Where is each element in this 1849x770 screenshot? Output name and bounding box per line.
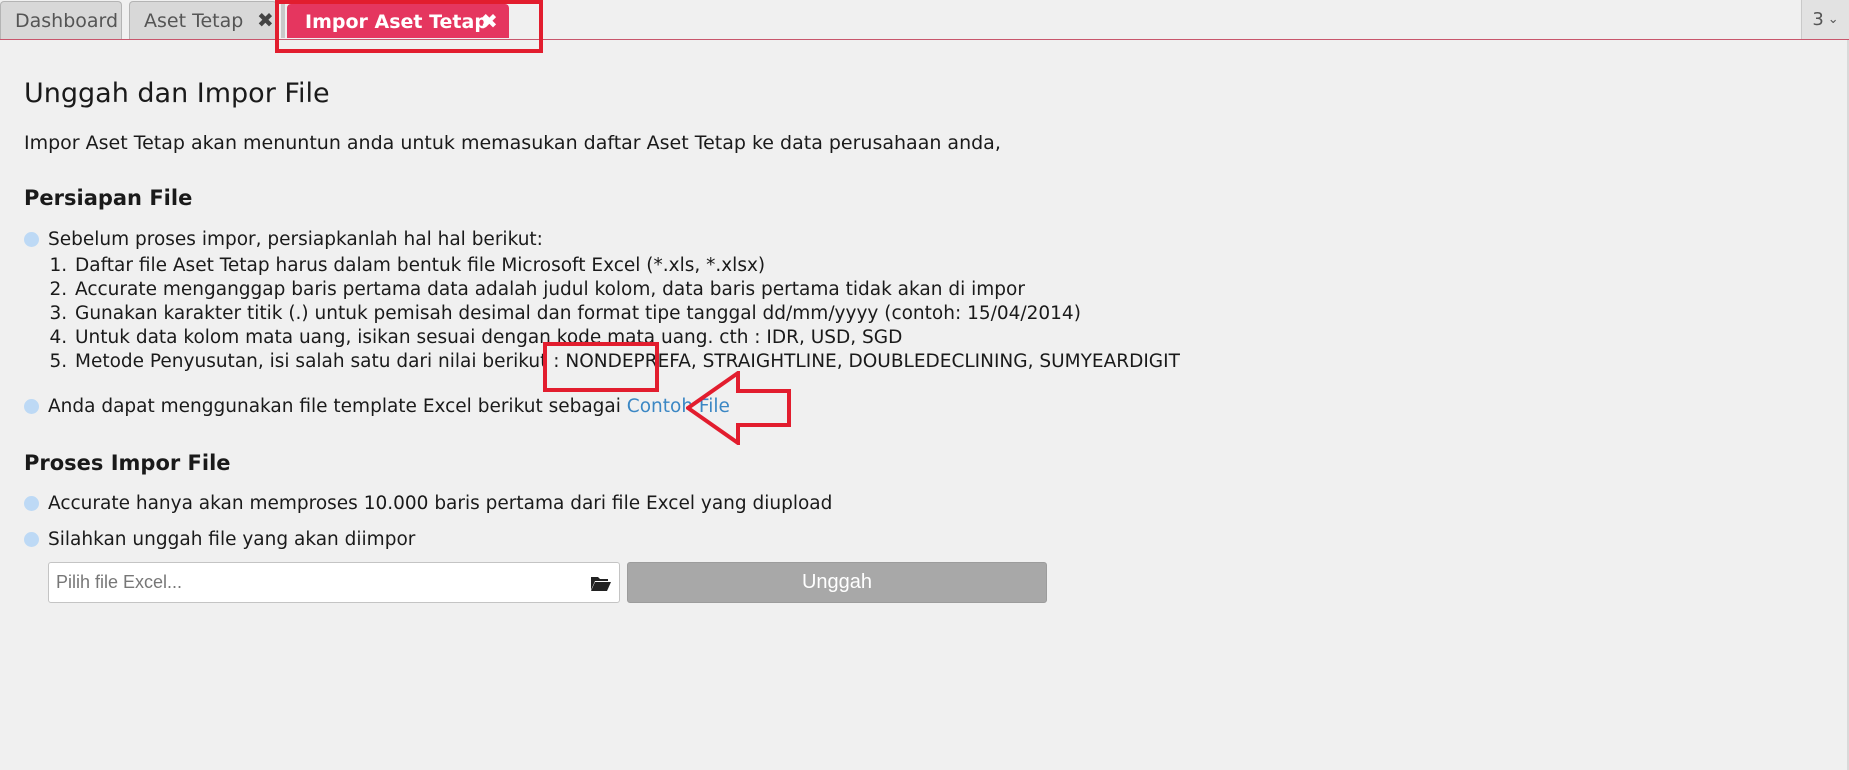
bullet-icon [24, 399, 39, 414]
list-item: Daftar file Aset Tetap harus dalam bentu… [73, 254, 1180, 278]
template-hint: Anda dapat menggunakan file template Exc… [48, 396, 730, 417]
upload-button[interactable]: Unggah [627, 562, 1047, 603]
folder-open-icon[interactable] [590, 574, 612, 592]
section-heading-persiapan: Persiapan File [24, 186, 193, 210]
template-hint-text: Anda dapat menggunakan file template Exc… [48, 396, 621, 417]
bullet-icon [24, 496, 39, 511]
tab-label: Impor Aset Tetap [305, 10, 488, 33]
upload-instruction-text: Silahkan unggah file yang akan diimpor [48, 529, 416, 550]
tab-separator [281, 4, 285, 38]
list-item: Accurate menganggap baris pertama data a… [73, 278, 1180, 302]
tab-count: 3 [1812, 9, 1824, 30]
persiapan-intro-text: Sebelum proses impor, persiapkanlah hal … [48, 229, 543, 250]
list-item: Untuk data kolom mata uang, isikan sesua… [73, 326, 1180, 350]
row-limit-text: Accurate hanya akan memproses 10.000 bar… [48, 493, 833, 514]
chevron-down-icon: ⌄ [1827, 12, 1839, 27]
intro-text: Impor Aset Tetap akan menuntun anda untu… [24, 132, 1001, 154]
close-icon[interactable]: ✖ [481, 11, 498, 31]
list-item: Gunakan karakter titik (.) untuk pemisah… [73, 302, 1180, 326]
list-item: Metode Penyusutan, isi salah satu dari n… [73, 350, 1180, 374]
tab-label: Dashboard [15, 9, 119, 32]
tab-aset-tetap[interactable]: Aset Tetap ✖ [129, 1, 277, 39]
page-title: Unggah dan Impor File [24, 78, 330, 109]
tab-overflow-menu[interactable]: 3 ⌄ [1801, 0, 1849, 39]
bullet-icon [24, 232, 39, 247]
tab-bar: Dashboard Aset Tetap ✖ Impor Aset Tetap … [0, 0, 1849, 40]
preparation-steps-list: Daftar file Aset Tetap harus dalam bentu… [48, 254, 1180, 374]
tab-label: Aset Tetap [144, 9, 244, 32]
arrow-left-outline-icon [686, 371, 791, 445]
file-input[interactable] [49, 563, 569, 602]
bullet-icon [24, 532, 39, 547]
tab-impor-aset-tetap[interactable]: Impor Aset Tetap ✖ [287, 4, 509, 38]
section-heading-proses: Proses Impor File [24, 451, 231, 475]
close-icon[interactable]: ✖ [257, 10, 274, 30]
tab-dashboard[interactable]: Dashboard [0, 1, 122, 39]
file-picker[interactable] [48, 562, 620, 603]
